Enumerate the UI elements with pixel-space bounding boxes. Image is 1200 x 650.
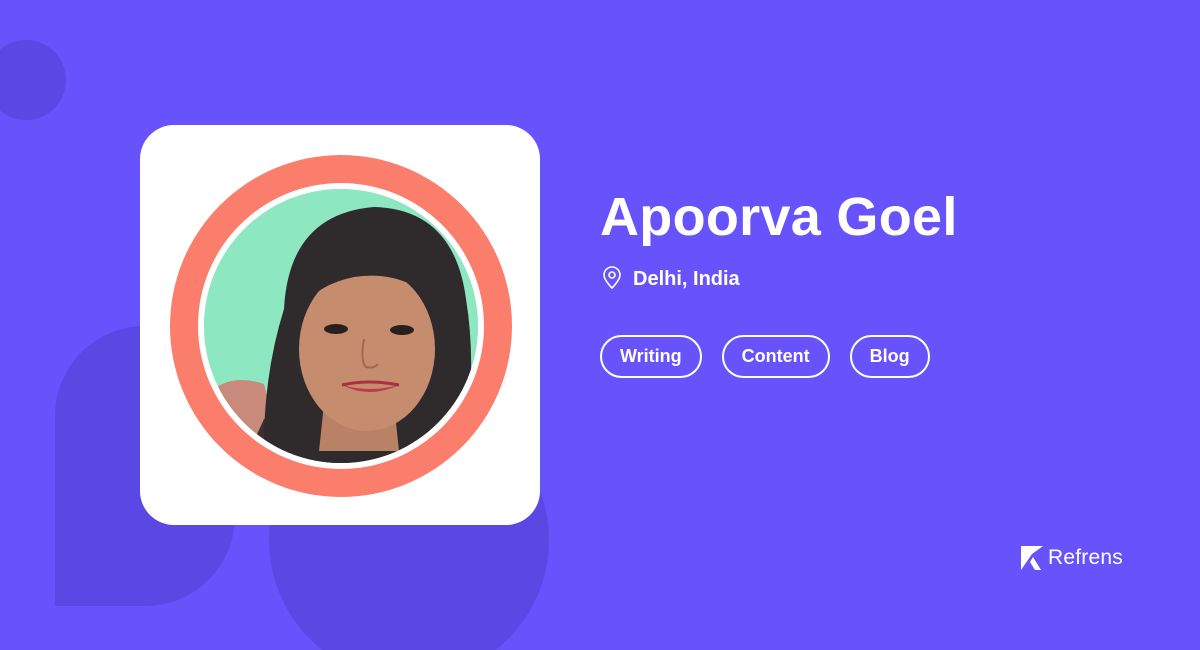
refrens-logo-icon	[1021, 546, 1043, 570]
profile-name: Apoorva Goel	[600, 187, 958, 247]
brand-logo: Refrens	[1020, 545, 1123, 571]
background-circle-decoration	[0, 40, 66, 120]
profile-location: Delhi, India	[601, 265, 740, 291]
brand-name: Refrens	[1048, 546, 1123, 569]
location-label: Delhi, India	[633, 268, 740, 290]
profile-photo-card	[140, 125, 540, 525]
tag-blog[interactable]: Blog	[849, 335, 930, 378]
avatar	[204, 189, 478, 463]
tag-writing[interactable]: Writing	[600, 335, 702, 378]
skill-tags: Writing Content Blog	[600, 335, 930, 378]
avatar-photo	[204, 189, 478, 463]
avatar-ring	[170, 155, 512, 497]
map-pin-icon	[603, 266, 621, 290]
tag-content[interactable]: Content	[721, 335, 830, 378]
